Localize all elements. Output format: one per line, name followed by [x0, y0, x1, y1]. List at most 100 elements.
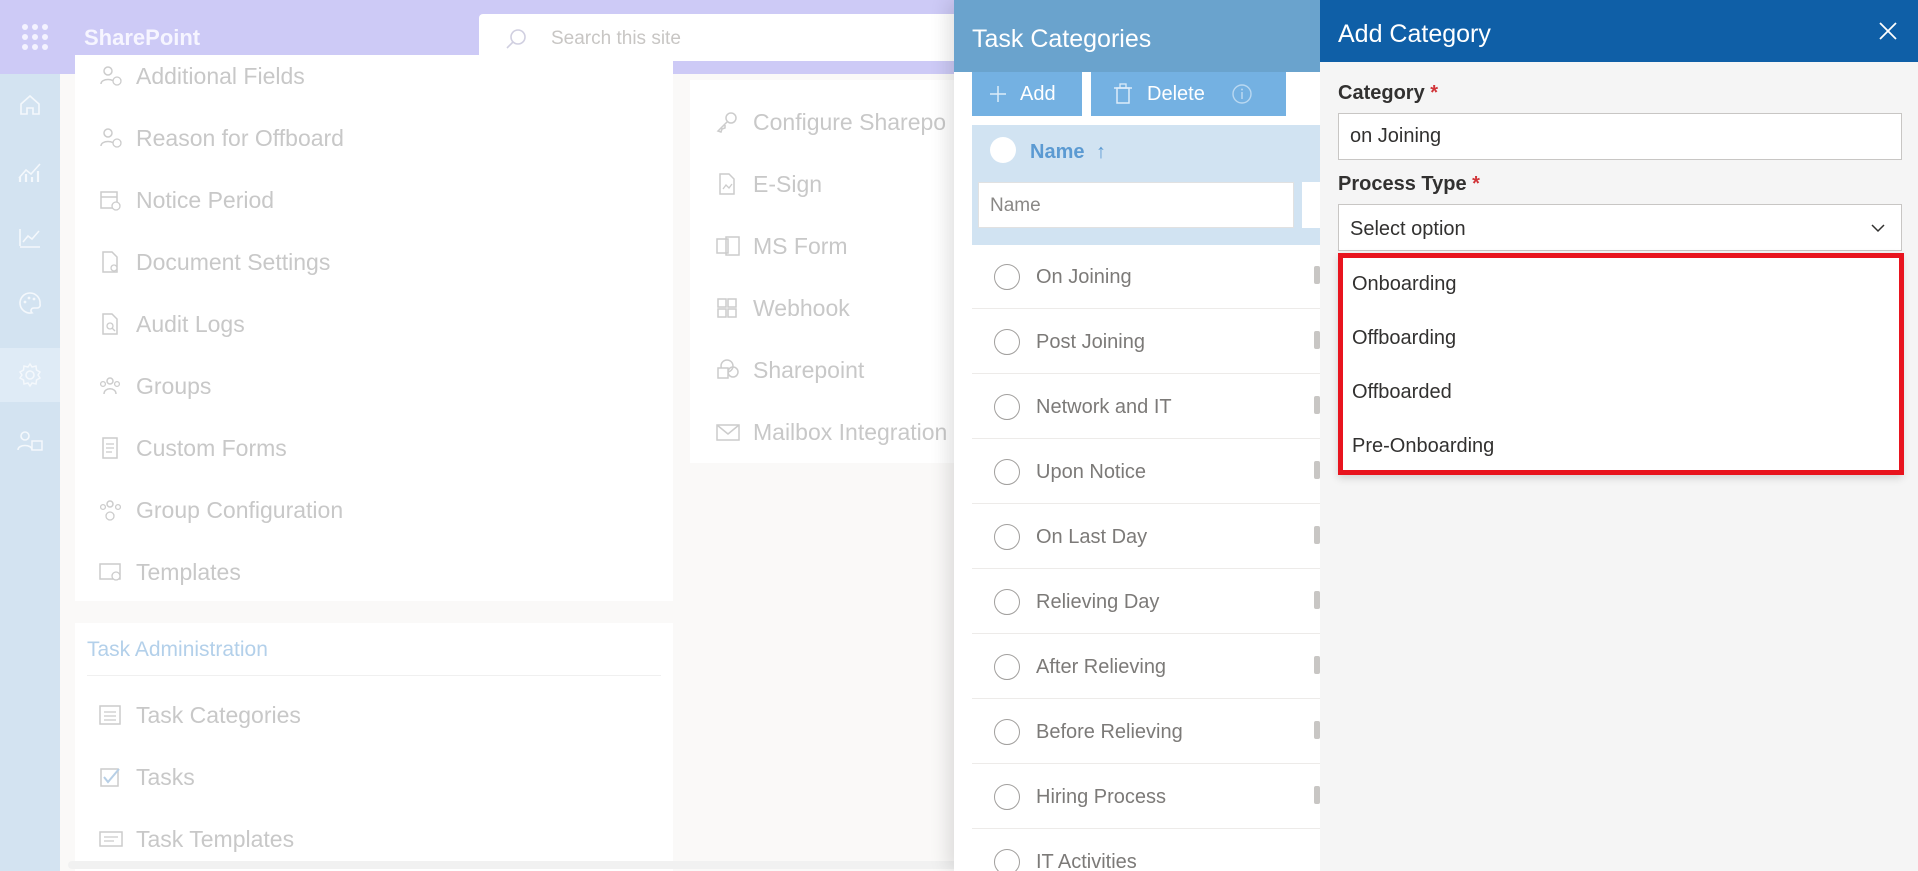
trend-icon[interactable]	[0, 211, 60, 265]
row-name: Hiring Process	[1036, 786, 1167, 808]
nav-item-task-categories[interactable]: Task Categories	[98, 695, 301, 735]
option-offboarded[interactable]: Offboarded	[1338, 365, 1902, 419]
process-type-dropdown[interactable]: Select option	[1338, 204, 1902, 251]
delete-button[interactable]: Delete	[1091, 72, 1286, 116]
nav-item-additional-fields[interactable]: Additional Fields	[98, 56, 305, 96]
row-checkbox[interactable]	[994, 329, 1020, 355]
people-icon	[98, 374, 126, 398]
home-icon[interactable]	[0, 78, 60, 132]
nav-item-tasks[interactable]: Tasks	[98, 757, 195, 797]
nav-item-task-templates[interactable]: Task Templates	[98, 819, 294, 859]
sharepoint-icon	[715, 358, 743, 382]
calendar-clock-icon	[98, 188, 126, 212]
nav-item-reason-for-offboard[interactable]: Reason for Offboard	[98, 118, 344, 158]
row-checkbox[interactable]	[994, 849, 1020, 871]
forms-icon	[715, 234, 743, 258]
integration-list: Configure Sharepo E-Sign MS Form Webhook…	[690, 80, 960, 463]
nav-item-custom-forms[interactable]: Custom Forms	[98, 428, 287, 468]
row-checkbox[interactable]	[994, 654, 1020, 680]
option-onboarding[interactable]: Onboarding	[1338, 257, 1902, 311]
table-row[interactable]: Upon Notice	[972, 439, 1320, 504]
row-name: On Joining	[1036, 266, 1132, 288]
people-icon[interactable]	[0, 414, 60, 468]
row-checkbox[interactable]	[994, 524, 1020, 550]
app-launcher-icon[interactable]	[22, 24, 48, 50]
option-pre-onboarding[interactable]: Pre-Onboarding	[1338, 419, 1902, 473]
nav-item-webhook[interactable]: Webhook	[715, 288, 850, 328]
task-administration-section: Task Administration Task Categories Task…	[75, 623, 673, 871]
nav-item-groups[interactable]: Groups	[98, 366, 211, 406]
row-checkbox[interactable]	[994, 264, 1020, 290]
panel-title: Task Categories	[972, 25, 1152, 53]
table-row[interactable]: IT Activities	[972, 829, 1320, 871]
row-name: Upon Notice	[1036, 461, 1147, 483]
row-name: Relieving Day	[1036, 591, 1160, 613]
key-icon	[715, 110, 743, 134]
option-offboarding[interactable]: Offboarding	[1338, 311, 1902, 365]
nav-item-document-settings[interactable]: Document Settings	[98, 242, 330, 282]
next-column-filter[interactable]	[1302, 182, 1320, 228]
sign-icon	[715, 172, 743, 196]
table-row[interactable]: After Relieving	[972, 634, 1320, 699]
required-marker: *	[1430, 82, 1439, 104]
row-checkbox[interactable]	[994, 459, 1020, 485]
select-all-checkbox[interactable]	[990, 137, 1016, 163]
settings-list: Additional Fields Reason for Offboard No…	[75, 55, 673, 601]
settings-icon[interactable]	[0, 348, 60, 402]
app-name[interactable]: SharePoint	[84, 25, 200, 51]
nav-item-e-sign[interactable]: E-Sign	[715, 164, 822, 204]
person-remove-icon	[98, 126, 126, 150]
nav-item-configure-sharepoint[interactable]: Configure Sharepo	[715, 102, 946, 142]
trash-icon	[1114, 83, 1132, 104]
plus-icon	[990, 86, 1006, 102]
search-icon	[506, 29, 526, 49]
table-row[interactable]: Post Joining	[972, 309, 1320, 374]
chevron-down-icon	[1871, 224, 1885, 233]
row-checkbox[interactable]	[994, 784, 1020, 810]
certificate-icon	[98, 560, 126, 584]
table-row[interactable]: On Joining	[972, 244, 1320, 309]
sort-ascending-icon: ↑	[1096, 141, 1107, 163]
row-checkbox[interactable]	[994, 394, 1020, 420]
row-name: IT Activities	[1036, 851, 1137, 871]
list-icon	[98, 703, 126, 727]
category-input[interactable]	[1338, 113, 1902, 160]
row-name: Before Relieving	[1036, 721, 1183, 743]
analytics-icon[interactable]	[0, 145, 60, 199]
form-icon	[98, 436, 126, 460]
nav-item-templates[interactable]: Templates	[98, 552, 241, 592]
table-row[interactable]: On Last Day	[972, 504, 1320, 569]
table-row[interactable]: Hiring Process	[972, 764, 1320, 829]
name-column-header[interactable]: Name ↑	[1030, 141, 1106, 164]
document-gear-icon	[98, 250, 126, 274]
nav-item-notice-period[interactable]: Notice Period	[98, 180, 274, 220]
name-filter-input[interactable]: Name	[978, 182, 1294, 228]
row-checkbox[interactable]	[994, 589, 1020, 615]
category-label: Category *	[1338, 82, 1439, 104]
table-row[interactable]: Before Relieving	[972, 699, 1320, 764]
row-name: After Relieving	[1036, 656, 1167, 678]
horizontal-scrollbar[interactable]	[68, 861, 958, 869]
add-button[interactable]: Add	[972, 72, 1082, 116]
nav-item-mailbox-integration[interactable]: Mailbox Integration	[715, 412, 947, 452]
nav-item-audit-logs[interactable]: Audit Logs	[98, 304, 245, 344]
left-rail	[0, 74, 60, 871]
nav-item-sharepoint[interactable]: Sharepoint	[715, 350, 864, 390]
row-checkbox[interactable]	[994, 719, 1020, 745]
table-row[interactable]: Relieving Day	[972, 569, 1320, 634]
info-icon[interactable]	[1231, 83, 1253, 105]
template-icon	[98, 827, 126, 851]
table-row[interactable]: Network and IT	[972, 374, 1320, 439]
row-name: Post Joining	[1036, 331, 1145, 353]
site-search-box[interactable]: Search this site	[479, 14, 999, 61]
grid-icon	[715, 296, 743, 320]
mail-icon	[715, 420, 743, 444]
nav-item-group-configuration[interactable]: Group Configuration	[98, 490, 343, 530]
add-category-header: Add Category	[1320, 0, 1918, 62]
checkbox-icon	[98, 765, 126, 789]
dropdown-value: Select option	[1350, 218, 1466, 240]
close-icon[interactable]	[1878, 21, 1898, 41]
nav-item-ms-form[interactable]: MS Form	[715, 226, 848, 266]
section-title: Task Administration	[87, 638, 268, 661]
palette-icon[interactable]	[0, 276, 60, 330]
